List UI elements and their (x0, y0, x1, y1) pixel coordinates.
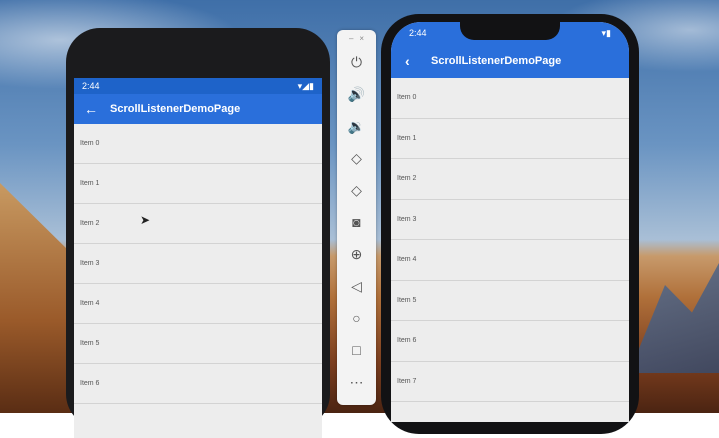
mouse-cursor-icon: ➤ (140, 213, 151, 227)
list-item[interactable]: Item 2 (74, 204, 322, 244)
list-item[interactable]: Item 7 (391, 362, 629, 402)
iphone-page-title: ScrollListenerDemoPage (431, 55, 562, 67)
volume-down-icon: 🔉 (347, 117, 366, 134)
list-item[interactable]: Item 4 (74, 284, 322, 324)
list-item[interactable]: Item 3 (74, 244, 322, 284)
list-item[interactable]: Item 0 (391, 78, 629, 119)
emulator-toolbar: – × ⏻ 🔊 🔉 ◇ ◇ ◙ ⊕ ◁ ○ □ ⋯ (337, 30, 376, 405)
overview-button[interactable]: □ (337, 334, 376, 366)
back-arrow-icon[interactable]: ← (84, 101, 110, 117)
toolbar-window-controls[interactable]: – × (337, 30, 376, 46)
list-item[interactable]: Item 3 (391, 200, 629, 240)
close-icon[interactable]: × (359, 34, 364, 43)
power-icon: ⏻ (350, 53, 363, 70)
back-button[interactable]: ◁ (337, 270, 376, 302)
android-screen: 2:44 ▾◢▮ ← ScrollListenerDemoPage Item 0… (74, 78, 322, 438)
iphone-screen: 2:44 ▾▮ ‹ ScrollListenerDemoPage Item 0 … (391, 22, 629, 422)
list-item[interactable]: Item 2 (391, 159, 629, 200)
background-dune (0, 183, 70, 413)
list-item[interactable]: Item 5 (74, 324, 322, 364)
screenshot-button[interactable]: ◙ (337, 206, 376, 238)
android-app-bar: ← ScrollListenerDemoPage (74, 94, 322, 124)
android-status-icons: ▾◢▮ (297, 80, 314, 91)
list-item[interactable]: Item 0 (74, 124, 322, 164)
iphone-status-icons: ▾▮ (601, 27, 611, 38)
volume-down-button[interactable]: 🔉 (337, 110, 376, 142)
list-item[interactable]: Item 6 (74, 364, 322, 404)
volume-up-button[interactable]: 🔊 (337, 78, 376, 110)
back-icon: ◁ (351, 277, 362, 294)
zoom-icon: ⊕ (350, 245, 363, 262)
home-icon: ○ (352, 310, 361, 326)
list-item[interactable]: Item 1 (74, 164, 322, 204)
more-icon: ⋯ (349, 373, 364, 390)
list-item[interactable]: Item 1 (391, 119, 629, 159)
android-emulator: 2:44 ▾◢▮ ← ScrollListenerDemoPage Item 0… (66, 28, 330, 438)
iphone-status-time: 2:44 (409, 28, 427, 38)
android-status-bar: 2:44 ▾◢▮ (74, 78, 322, 94)
rotate-right-icon: ◇ (351, 181, 362, 198)
rotate-left-icon: ◇ (351, 149, 362, 166)
iphone-simulator: 2:44 ▾▮ ‹ ScrollListenerDemoPage Item 0 … (381, 14, 639, 434)
iphone-app-bar: ‹ ScrollListenerDemoPage (391, 44, 629, 78)
android-item-list[interactable]: Item 0 Item 1 Item 2 Item 3 Item 4 Item … (74, 124, 322, 404)
android-status-time: 2:44 (82, 81, 100, 91)
chevron-left-icon[interactable]: ‹ (405, 53, 431, 69)
minimize-icon[interactable]: – (349, 34, 353, 43)
list-item[interactable]: Item 5 (391, 281, 629, 321)
home-button[interactable]: ○ (337, 302, 376, 334)
camera-icon: ◙ (352, 214, 361, 230)
power-button[interactable]: ⏻ (337, 46, 376, 78)
iphone-item-list[interactable]: Item 0 Item 1 Item 2 Item 3 Item 4 Item … (391, 78, 629, 402)
background-mountain (629, 263, 719, 373)
overview-icon: □ (352, 342, 361, 358)
volume-up-icon: 🔊 (347, 85, 366, 102)
list-item[interactable]: Item 4 (391, 240, 629, 281)
iphone-notch (460, 22, 560, 40)
android-page-title: ScrollListenerDemoPage (110, 103, 241, 115)
more-button[interactable]: ⋯ (337, 366, 376, 398)
rotate-right-button[interactable]: ◇ (337, 174, 376, 206)
rotate-left-button[interactable]: ◇ (337, 142, 376, 174)
zoom-button[interactable]: ⊕ (337, 238, 376, 270)
list-item[interactable]: Item 6 (391, 321, 629, 362)
